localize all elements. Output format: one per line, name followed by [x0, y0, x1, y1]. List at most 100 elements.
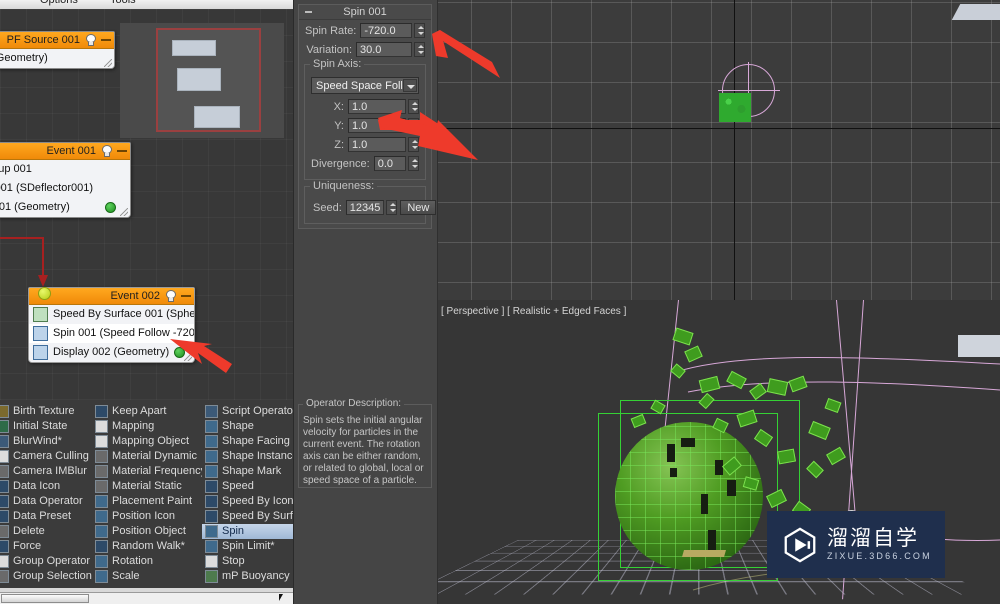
depot-item-blurwind[interactable]: BlurWind*: [0, 434, 92, 449]
chevron-down-icon[interactable]: [403, 79, 417, 92]
viewport-top[interactable]: [438, 0, 1000, 300]
depot-item-birth-texture[interactable]: Birth Texture: [0, 404, 92, 419]
depot-item-delete[interactable]: Delete: [0, 524, 92, 539]
node-row[interactable]: llision 001 (SDeflector001): [0, 179, 130, 198]
depot-item-material-dynamic[interactable]: Material Dynamic: [92, 449, 202, 464]
node-title-bar[interactable]: Event 002: [29, 288, 194, 305]
seed-spinner[interactable]: [386, 200, 398, 215]
node-row[interactable]: rth Group 001: [0, 160, 130, 179]
node-title-bar[interactable]: Event 001: [0, 143, 130, 160]
rollout-header[interactable]: Spin 001: [299, 5, 431, 20]
node-row[interactable]: r 001 (Geometry): [0, 49, 114, 68]
collapse-icon[interactable]: [117, 150, 127, 152]
menu-item-tools[interactable]: Tools: [110, 0, 136, 6]
depot-item-camera-culling[interactable]: Camera Culling: [0, 449, 92, 464]
node-pf-source-001[interactable]: PF Source 001 r 001 (Geometry): [0, 31, 115, 69]
navigator-viewframe[interactable]: [156, 28, 261, 132]
resize-grip[interactable]: [184, 353, 192, 361]
depot-item-material-frequency[interactable]: Material Frequency: [92, 464, 202, 479]
depot-item-data-operator[interactable]: Data Operator: [0, 494, 92, 509]
sphere-object[interactable]: [615, 422, 763, 570]
lightbulb-icon[interactable]: [165, 290, 177, 303]
depot-item-rotation[interactable]: Rotation: [92, 554, 202, 569]
lightbulb-icon[interactable]: [101, 145, 113, 158]
node-row-speed-by-surface[interactable]: Speed By Surface 001 (Spher...: [29, 305, 194, 324]
depot-item-data-icon[interactable]: Data Icon: [0, 479, 92, 494]
lightbulb-icon[interactable]: [85, 34, 97, 47]
viewport-perspective[interactable]: [ Perspective ] [ Realistic + Edged Face…: [438, 300, 1000, 604]
rollout-collapse-icon[interactable]: [305, 11, 312, 13]
depot-item-force[interactable]: Force: [0, 539, 92, 554]
axis-y-label: Y:: [334, 119, 344, 132]
particle-view-canvas[interactable]: PF Source 001 r 001 (Geometry) Event 001…: [0, 9, 293, 400]
node-row-display-002[interactable]: Display 002 (Geometry): [29, 343, 194, 362]
axis-z-spinner[interactable]: [408, 137, 419, 152]
depot-item-keep-apart[interactable]: Keep Apart: [92, 404, 202, 419]
axis-y-spinner[interactable]: [408, 118, 419, 133]
node-row-spin-001[interactable]: Spin 001 (Speed Follow -720±30): [29, 324, 194, 343]
depot-item-spin[interactable]: Spin: [202, 524, 293, 539]
depot-item-placement-paint[interactable]: Placement Paint: [92, 494, 202, 509]
depot-item-camera-imblur[interactable]: Camera IMBlur: [0, 464, 92, 479]
collapse-icon[interactable]: [181, 295, 191, 297]
seed-input[interactable]: 12345: [345, 200, 385, 215]
spin-axis-dropdown[interactable]: Speed Space Follow: [311, 77, 419, 94]
connector-segment: [0, 237, 44, 239]
divergence-input[interactable]: 0.0: [373, 156, 406, 171]
depot-item-shape-facing[interactable]: Shape Facing: [202, 434, 293, 449]
depot-item-data-preset[interactable]: Data Preset: [0, 509, 92, 524]
depot-item-shape-mark[interactable]: Shape Mark: [202, 464, 293, 479]
node-row-label: Speed By Surface 001 (Spher...: [53, 308, 195, 320]
depot-item-label: Camera IMBlur: [13, 465, 87, 477]
depot-item-spin-limit[interactable]: Spin Limit*: [202, 539, 293, 554]
depot-item-random-walk[interactable]: Random Walk*: [92, 539, 202, 554]
display-color-swatch[interactable]: [105, 202, 116, 213]
node-row[interactable]: splay 001 (Geometry): [0, 198, 130, 217]
node-title-bar[interactable]: PF Source 001: [0, 32, 114, 49]
depot-item-group-operator[interactable]: Group Operator: [0, 554, 92, 569]
variation-spinner[interactable]: [414, 42, 425, 57]
depot-item-speed-by-surface[interactable]: Speed By Surfa: [202, 509, 293, 524]
shape-icon: [205, 420, 218, 433]
collapse-icon[interactable]: [101, 39, 111, 41]
spin-rate-spinner[interactable]: [414, 23, 425, 38]
random-walk-icon: [95, 540, 108, 553]
axis-y-input[interactable]: 1.0: [348, 118, 406, 133]
world-axis-x: [438, 128, 1000, 129]
depot-item-shape-instance[interactable]: Shape Instance: [202, 449, 293, 464]
divergence-spinner[interactable]: [408, 156, 419, 171]
navigator-panel[interactable]: [120, 23, 284, 138]
axis-x-spinner[interactable]: [408, 99, 419, 114]
node-event-001[interactable]: Event 001 rth Group 001 llision 001 (SDe…: [0, 142, 131, 218]
depot-item-scale[interactable]: Scale: [92, 569, 202, 584]
depot-item-speed[interactable]: Speed: [202, 479, 293, 494]
scrollbar-thumb[interactable]: [1, 594, 89, 603]
axis-z-input[interactable]: 1.0: [348, 137, 406, 152]
depot-item-script-operator[interactable]: Script Operato: [202, 404, 293, 419]
node-event-002[interactable]: Event 002 Speed By Surface 001 (Spher...…: [28, 287, 195, 363]
depot-item-mapping-object[interactable]: Mapping Object: [92, 434, 202, 449]
depot-item-mapping[interactable]: Mapping: [92, 419, 202, 434]
depot-item-position-icon[interactable]: Position Icon: [92, 509, 202, 524]
operator-depot[interactable]: Birth Texture Initial State BlurWind* Ca…: [0, 400, 293, 590]
depot-item-speed-by-icon[interactable]: Speed By Icon: [202, 494, 293, 509]
menu-item-options[interactable]: Options: [40, 0, 78, 6]
axis-x-input[interactable]: 1.0: [348, 99, 406, 114]
divergence-row: Divergence: 0.0: [311, 155, 419, 172]
variation-input[interactable]: 30.0: [356, 42, 412, 57]
depot-item-position-object[interactable]: Position Object: [92, 524, 202, 539]
resize-grip[interactable]: [120, 208, 128, 216]
resize-grip[interactable]: [104, 59, 112, 67]
depot-item-material-static[interactable]: Material Static: [92, 479, 202, 494]
depot-item-shape[interactable]: Shape: [202, 419, 293, 434]
spin-rate-input[interactable]: -720.0: [360, 23, 412, 38]
depot-item-stop[interactable]: Stop: [202, 554, 293, 569]
depot-item-group-selection[interactable]: Group Selection: [0, 569, 92, 584]
new-seed-button[interactable]: New: [400, 200, 437, 215]
depot-item-label: BlurWind*: [13, 435, 62, 447]
viewport-area[interactable]: [ Perspective ] [ Realistic + Edged Face…: [438, 0, 1000, 604]
shape-mark-icon: [205, 465, 218, 478]
event-input-socket[interactable]: [38, 287, 51, 300]
depot-item-initial-state[interactable]: Initial State: [0, 419, 92, 434]
depot-item-mp-buoyancy[interactable]: mP Buoyancy: [202, 569, 293, 584]
